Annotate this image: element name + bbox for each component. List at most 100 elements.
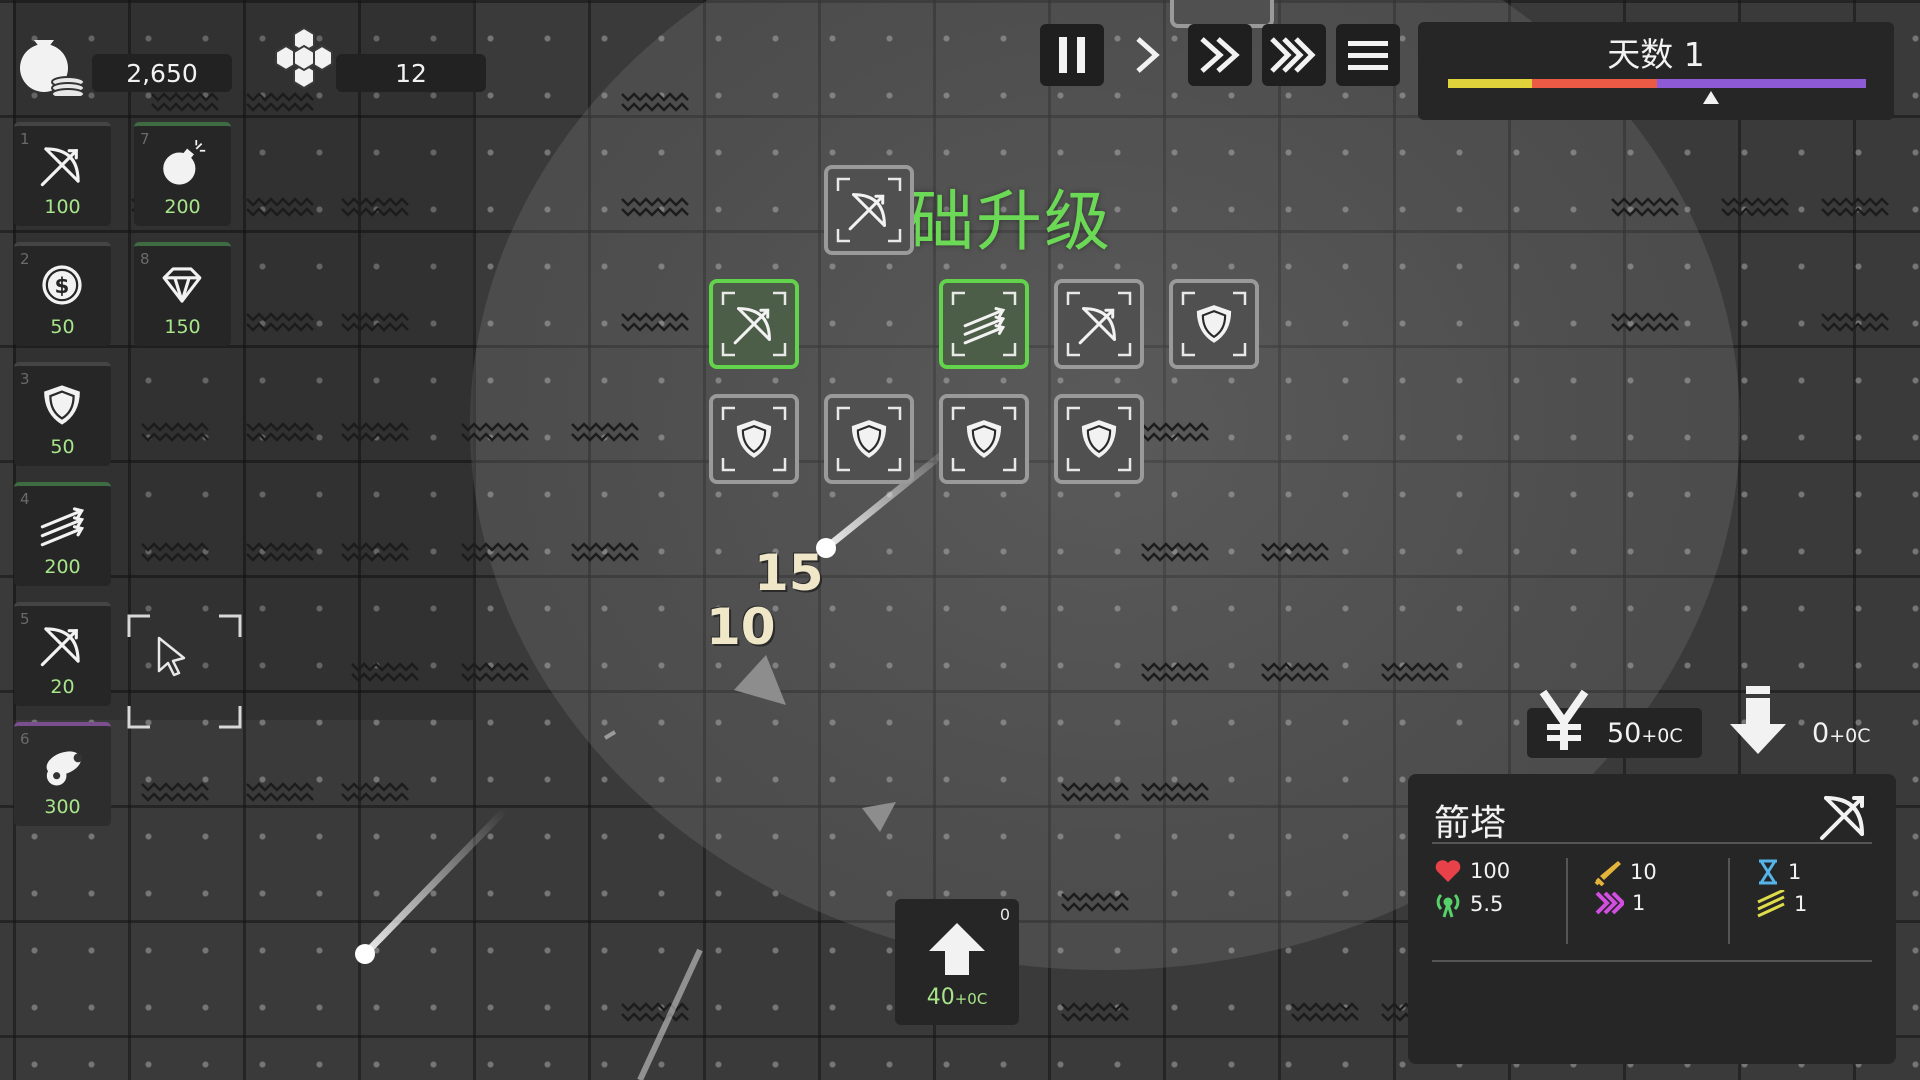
day-bar-segment [1448,79,1532,88]
arrow-projectile [355,944,375,964]
pause-button[interactable] [1040,24,1104,86]
yen-icon [1539,689,1589,750]
gold-amount: 2,650 [126,58,198,88]
shop-hotkey: 8 [140,250,150,268]
shop-hotkey: 4 [20,490,30,508]
coin-icon: $ [42,265,82,305]
crystal-cluster-icon [270,24,338,96]
upgrade-node-1[interactable] [824,165,914,255]
fastest-forward-icon [1270,37,1316,73]
shop-price: 50 [50,316,75,338]
upgrade-node-8[interactable] [939,394,1029,484]
shop-tower-3[interactable]: 3 50 [14,362,111,466]
shop-tower-1[interactable]: 1 100 [14,122,111,226]
menu-button[interactable] [1336,24,1400,86]
fast-button[interactable] [1188,24,1252,86]
crystal-counter: 12 [336,54,486,92]
downgrade-value-box[interactable]: 0+0C [1722,686,1892,758]
shop-hotkey: 3 [20,370,30,388]
day-progress-bar [1448,79,1866,88]
upgrade-node-7[interactable] [824,394,914,484]
shield-icon [1081,420,1117,458]
arrow-trail [637,948,703,1080]
damage-number: 15 [754,544,824,602]
shop-price: 100 [44,196,81,218]
day-progress-marker [1703,91,1720,104]
shop-tower-7[interactable]: 7 200 [134,122,231,226]
bow-icon [40,147,80,187]
upgrade-cost: 40+0C [926,985,988,1010]
corner-bracket-icon [127,614,242,729]
upgrade-node-9[interactable] [1054,394,1144,484]
upgrade-node-3[interactable] [939,279,1029,369]
shop-price: 300 [44,796,81,818]
multi-arrow-icon [1757,890,1785,918]
speed-stat: 1 [1594,890,1645,916]
down-suffix: +0C [1829,725,1871,747]
down-value: 0 [1812,718,1830,749]
shop-tower-4[interactable]: 4 200 [14,482,111,586]
shop-hotkey: 7 [140,130,150,148]
arrows-icon [40,507,85,547]
pause-icon [1059,37,1085,73]
sell-value: 50 [1607,718,1642,749]
health-stat: 100 [1434,858,1510,884]
bow-icon [733,307,771,345]
shop-price: 200 [164,196,201,218]
bow-icon [1078,307,1116,345]
bow-icon [1820,796,1864,840]
speed-chevrons-icon [1595,891,1624,915]
shop-tower-2[interactable]: 2 $ 50 [14,242,111,346]
shop-hotkey: 2 [20,250,30,268]
upgrade-node-2[interactable] [709,279,799,369]
day-panel: 天数 1 [1418,22,1894,120]
shield-icon [1196,305,1232,343]
upgrade-node-6[interactable] [709,394,799,484]
faster-button[interactable] [1262,24,1326,86]
tower-name: 箭塔 [1434,803,1507,844]
bomb-icon [163,140,206,185]
money-bag-icon [14,22,90,100]
shop-price: 20 [50,676,75,698]
fast-forward-icon [1200,37,1240,73]
multishot-stat: 1 [1756,890,1807,918]
enemy-triangle [734,655,786,705]
bow-icon [40,627,80,667]
signal-icon [1436,893,1460,918]
cooldown-stat: 1 [1756,858,1801,886]
sell-value-box[interactable]: 50+0C [1527,689,1702,758]
tower-info-panel: 箭塔 100 5.5 10 1 1 1 [1408,774,1896,1064]
damage-stat: 10 [1594,858,1657,886]
play-icon [1136,37,1160,73]
upgrade-node-5[interactable] [1169,279,1259,369]
play-button[interactable] [1114,24,1178,86]
arrows-icon [963,307,1006,345]
shop-tower-8[interactable]: 8 150 [134,242,231,346]
menu-icon [1348,41,1388,70]
selection-cursor[interactable] [126,613,243,730]
shop-price: 150 [164,316,201,338]
day-bar-segment [1531,79,1657,88]
gold-counter: 2,650 [92,54,232,92]
shop-price: 50 [50,436,75,458]
shop-hotkey: 6 [20,730,30,748]
range-stat: 5.5 [1434,890,1503,918]
shop-tower-5[interactable]: 5 20 [14,602,111,706]
damage-number: 10 [706,598,776,656]
upgrade-badge: 0 [999,905,1010,924]
shop-hotkey: 5 [20,610,30,628]
day-label: 天数 1 [1607,35,1705,74]
pointer-icon [157,636,186,677]
sword-icon [1594,861,1621,886]
upgrade-tower-button[interactable]: 0 40+0C [895,899,1019,1025]
upgrade-node-4[interactable] [1054,279,1144,369]
shield-icon [851,420,887,458]
shield-icon [966,420,1002,458]
down-arrow-icon [1730,686,1786,754]
day-bar-segment [1657,79,1866,88]
crystal-amount: 12 [395,58,427,88]
arrow-trail [361,806,509,958]
shop-tower-6[interactable]: 6 300 [14,722,111,826]
shield-icon [736,420,772,458]
shop-hotkey: 1 [20,130,30,148]
